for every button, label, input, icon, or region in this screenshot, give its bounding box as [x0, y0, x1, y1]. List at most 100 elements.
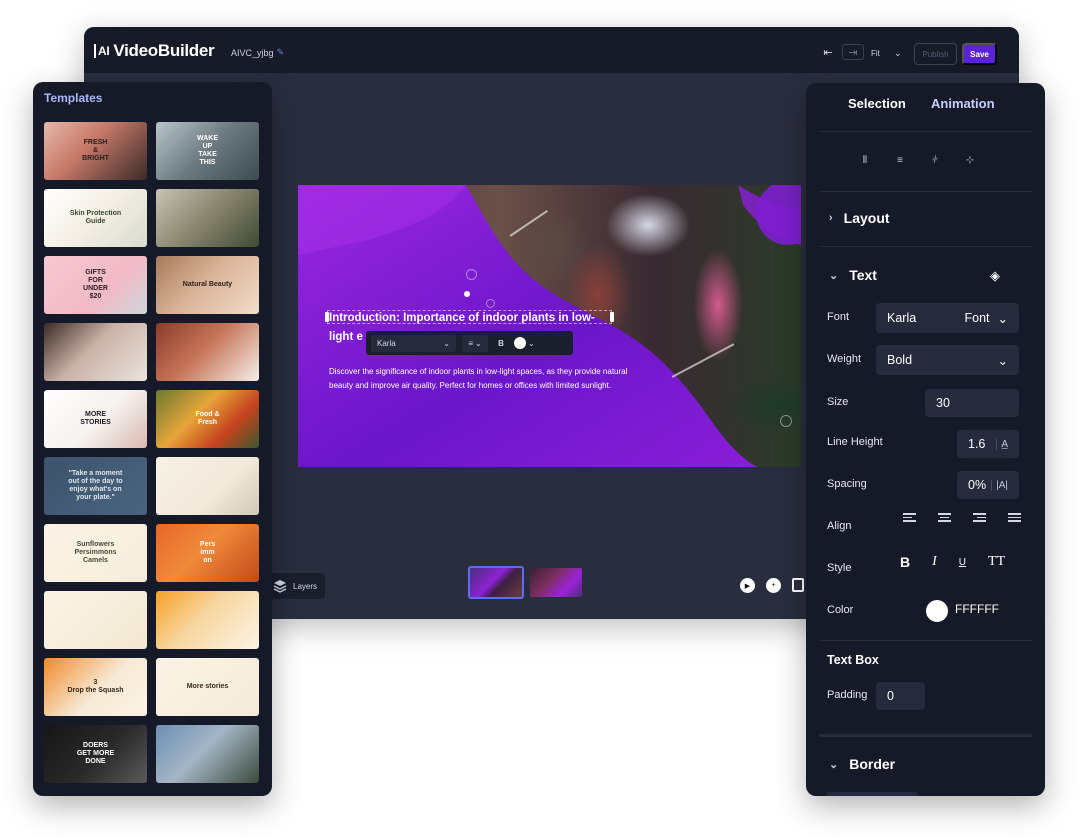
- project-name[interactable]: AIVC_yjbg ✎: [231, 47, 284, 58]
- template-card[interactable]: 3 Drop the Squash: [44, 658, 147, 716]
- slide-description-text[interactable]: Discover the significance of indoor plan…: [329, 365, 674, 392]
- zoom-fit-label[interactable]: Fit: [871, 49, 880, 58]
- tab-selection[interactable]: Selection: [848, 96, 906, 111]
- weight-label: Weight: [827, 353, 862, 365]
- layers-button[interactable]: Layers: [267, 573, 325, 599]
- layout-section-header[interactable]: › Layout: [829, 210, 890, 226]
- template-card-text: Pers imm on: [199, 541, 216, 564]
- size-value: 30: [936, 396, 950, 410]
- layers-icon: [273, 580, 287, 593]
- line-height-value: 1.6: [968, 437, 986, 451]
- template-card[interactable]: [156, 323, 259, 381]
- project-name-label: AIVC_yjbg: [231, 47, 274, 58]
- align-justify-icon[interactable]: [1008, 513, 1021, 522]
- paint-bucket-icon[interactable]: ◈: [990, 268, 1000, 284]
- text-section-title: Text: [849, 267, 877, 283]
- weight-select[interactable]: Bold ⌄: [876, 345, 1019, 375]
- text-box-heading: Text Box: [827, 653, 879, 667]
- toolbar-align-select[interactable]: ≡ ⌄: [462, 334, 488, 352]
- template-card[interactable]: [156, 725, 259, 783]
- spacing-label: Spacing: [827, 478, 867, 490]
- template-card-text: More stories: [186, 683, 229, 690]
- toolbar-color-picker[interactable]: ⌄: [514, 337, 535, 349]
- template-card[interactable]: [44, 591, 147, 649]
- chevron-down-icon: ⌄: [443, 338, 450, 348]
- template-card[interactable]: FRESH & BRIGHT: [44, 122, 147, 180]
- template-card[interactable]: DOERS GET MORE DONE: [44, 725, 147, 783]
- divider: [819, 131, 1032, 132]
- spacing-input[interactable]: 0% |A|: [957, 471, 1019, 499]
- bold-button[interactable]: B: [900, 554, 910, 570]
- redo-icon[interactable]: ⇥: [842, 44, 864, 60]
- weight-value: Bold: [887, 353, 913, 367]
- slide-canvas[interactable]: Introduction: Importance of indoor plant…: [298, 185, 801, 467]
- template-card[interactable]: More stories: [156, 658, 259, 716]
- spacing-value: 0%: [968, 478, 987, 492]
- templates-grid: FRESH & BRIGHT WAKE UP TAKE THIS Skin Prot…: [44, 122, 259, 783]
- color-swatch[interactable]: [926, 600, 948, 622]
- distribute-vertical-icon[interactable]: ≡: [893, 153, 907, 167]
- divider: [819, 191, 1032, 192]
- padding-input[interactable]: 0: [876, 682, 925, 710]
- size-input[interactable]: 30: [925, 389, 1019, 417]
- size-label: Size: [827, 396, 849, 408]
- desc-line-1: Discover the significance of indoor plan…: [329, 367, 628, 376]
- line-height-label: Line Height: [827, 436, 883, 448]
- template-card[interactable]: WAKE UP TAKE THIS: [156, 122, 259, 180]
- template-card[interactable]: Food & Fresh: [156, 390, 259, 448]
- toolbar-bold-button[interactable]: B: [494, 339, 508, 348]
- template-card[interactable]: Natural Beauty: [156, 256, 259, 314]
- chevron-down-icon: ⌄: [474, 338, 482, 348]
- text-align-group: [903, 513, 1021, 522]
- undo-icon[interactable]: ⇤: [817, 44, 839, 60]
- distribute-horizontal-icon[interactable]: ⦀: [858, 153, 872, 167]
- chevron-down-icon[interactable]: ⌄: [894, 48, 902, 59]
- font-value: Karla: [887, 311, 917, 325]
- font-select[interactable]: Karla Font ⌄: [876, 303, 1019, 333]
- slide-thumbnail-1[interactable]: [468, 566, 524, 599]
- chevron-right-icon: ›: [829, 212, 833, 224]
- template-card-text: "Take a moment out of the day to enjoy w…: [68, 470, 123, 501]
- template-card[interactable]: [156, 591, 259, 649]
- text-section-header[interactable]: ⌄ Text: [829, 267, 877, 283]
- floating-text-toolbar: Karla ⌄ ≡ ⌄ B ⌄: [366, 331, 573, 355]
- save-button[interactable]: Save: [962, 43, 997, 65]
- template-card-text: GIFTS FOR UNDER $20: [83, 269, 108, 300]
- duplicate-icon[interactable]: [792, 578, 804, 592]
- template-card[interactable]: [44, 323, 147, 381]
- template-card[interactable]: "Take a moment out of the day to enjoy w…: [44, 457, 147, 515]
- divider: [819, 734, 1032, 737]
- align-center-vertical-icon[interactable]: ⫩: [928, 153, 942, 167]
- border-section-header[interactable]: ⌄ Border: [829, 756, 895, 772]
- uppercase-button[interactable]: TT: [988, 554, 1005, 570]
- align-right-icon[interactable]: [973, 513, 986, 522]
- add-icon[interactable]: +: [766, 578, 781, 593]
- publish-button[interactable]: Publish: [914, 43, 957, 65]
- template-card[interactable]: Skin Protection Guide: [44, 189, 147, 247]
- tab-animation[interactable]: Animation: [931, 96, 995, 111]
- templates-panel: Templates FRESH & BRIGHT WAKE UP TAKE THI…: [33, 82, 272, 796]
- template-card[interactable]: GIFTS FOR UNDER $20: [44, 256, 147, 314]
- top-bar: AI VideoBuilder AIVC_yjbg ✎ ⇤ ⇥ Fit ⌄ Pu…: [84, 27, 1019, 73]
- templates-title: Templates: [44, 91, 103, 105]
- letter-spacing-icon: |A|: [991, 479, 1008, 491]
- slide-thumbnail-2[interactable]: [530, 568, 582, 597]
- template-card-text: Skin Protection Guide: [69, 210, 122, 225]
- align-left-icon[interactable]: [903, 513, 916, 522]
- italic-button[interactable]: I: [932, 554, 937, 570]
- template-card[interactable]: Pers imm on: [156, 524, 259, 582]
- play-icon[interactable]: ▶: [740, 578, 755, 593]
- template-card[interactable]: MORE STORIES: [44, 390, 147, 448]
- template-card[interactable]: [156, 189, 259, 247]
- template-card[interactable]: [156, 457, 259, 515]
- align-center-icon[interactable]: [938, 513, 951, 522]
- border-control[interactable]: [826, 792, 918, 796]
- line-height-input[interactable]: 1.6 A̲: [957, 430, 1019, 458]
- align-center-horizontal-icon[interactable]: ⊹: [963, 153, 977, 167]
- template-card[interactable]: Sunflowers Persimmons Camels: [44, 524, 147, 582]
- pencil-icon[interactable]: ✎: [277, 47, 285, 58]
- underline-button[interactable]: U: [959, 557, 966, 568]
- decor-circle: [486, 299, 495, 308]
- color-hex-value[interactable]: FFFFFF: [955, 602, 999, 616]
- toolbar-font-select[interactable]: Karla ⌄: [371, 334, 456, 352]
